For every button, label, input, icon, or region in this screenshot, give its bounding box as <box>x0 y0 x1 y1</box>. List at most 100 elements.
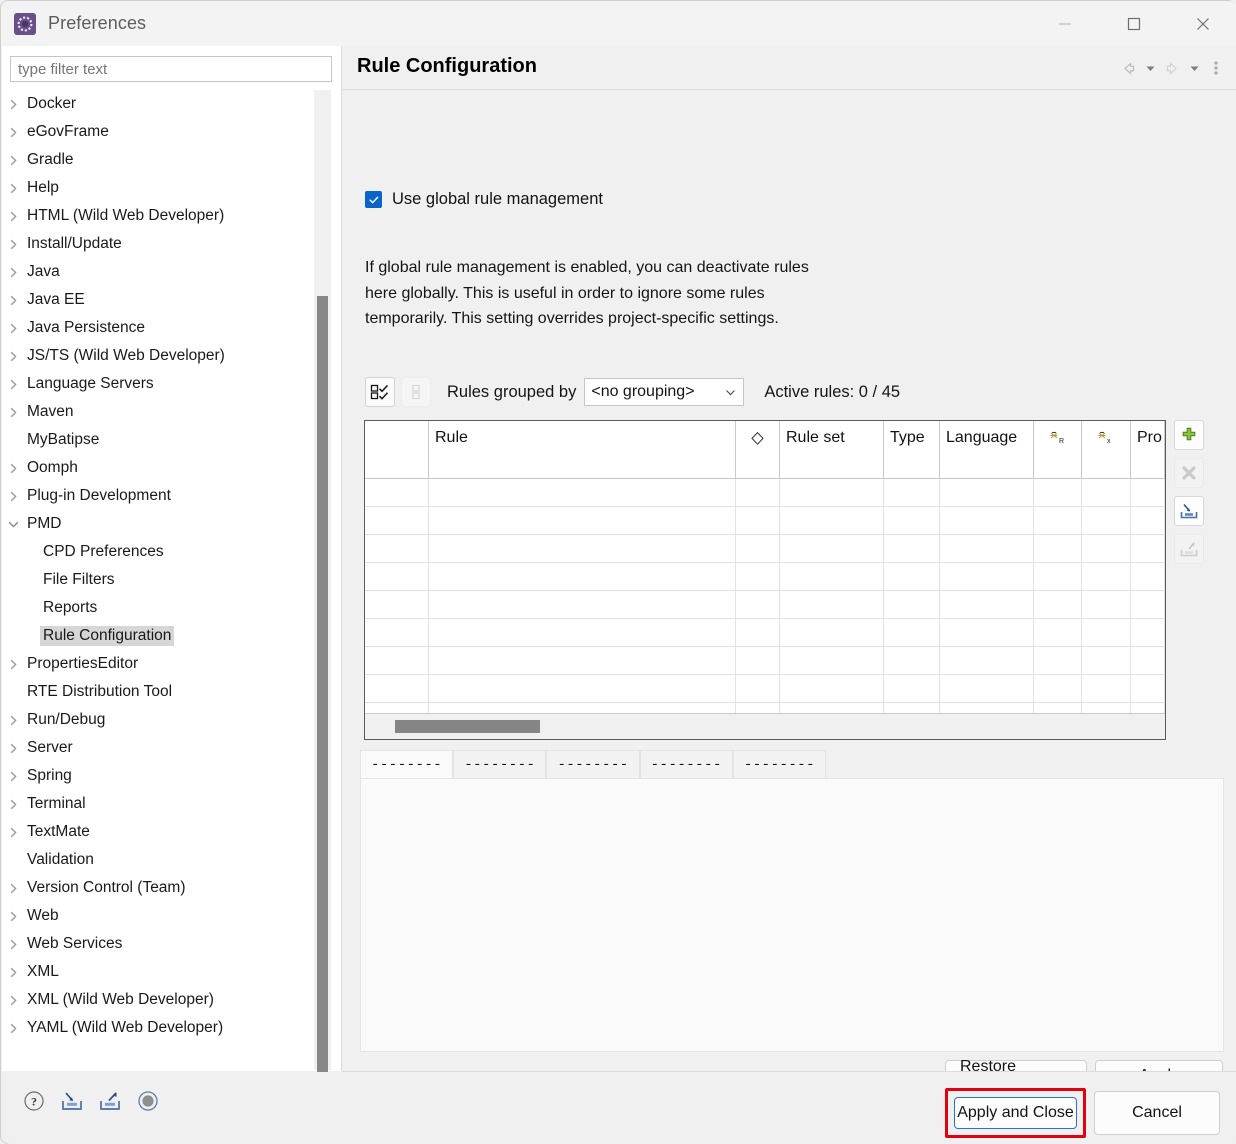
chevron-right-icon[interactable] <box>2 294 24 307</box>
maximize-icon[interactable] <box>1099 1 1168 46</box>
column-header-blank[interactable] <box>365 421 429 478</box>
use-global-rule-management-row[interactable]: Use global rule management <box>365 190 603 209</box>
sidebar-item-rule-configuration[interactable]: Rule Configuration <box>2 622 314 650</box>
minimize-icon[interactable] <box>1030 1 1099 46</box>
detail-tab-1[interactable]: -------- <box>453 750 546 779</box>
use-global-rule-management-checkbox[interactable] <box>365 191 382 208</box>
sidebar-scrollbar-thumb[interactable] <box>317 296 328 1081</box>
detail-tab-2[interactable]: -------- <box>546 750 639 779</box>
sidebar-item-js-ts-wild-web-developer[interactable]: JS/TS (Wild Web Developer) <box>2 342 314 370</box>
chevron-right-icon[interactable] <box>2 742 24 755</box>
sidebar-item-run-debug[interactable]: Run/Debug <box>2 706 314 734</box>
chevron-right-icon[interactable] <box>2 154 24 167</box>
column-header-diamond-icon[interactable] <box>736 421 780 478</box>
export-preferences-icon[interactable] <box>98 1089 122 1113</box>
chevron-right-icon[interactable] <box>2 938 24 951</box>
column-header-language[interactable]: Language <box>940 421 1034 478</box>
search-input[interactable] <box>10 56 332 82</box>
sidebar-item-mybatipse[interactable]: MyBatipse <box>2 426 314 454</box>
sidebar-item-yaml-wild-web-developer[interactable]: YAML (Wild Web Developer) <box>2 1014 314 1042</box>
table-row[interactable] <box>365 507 1165 535</box>
grouping-select[interactable]: <no grouping> <box>584 378 744 406</box>
sidebar-item-validation[interactable]: Validation <box>2 846 314 874</box>
column-header-rule-count-r-icon[interactable]: R <box>1034 421 1082 478</box>
checkbox-list-icon[interactable] <box>365 377 395 407</box>
chevron-right-icon[interactable] <box>2 98 24 111</box>
sidebar-item-java-ee[interactable]: Java EE <box>2 286 314 314</box>
sidebar-item-textmate[interactable]: TextMate <box>2 818 314 846</box>
table-row[interactable] <box>365 675 1165 703</box>
sidebar-item-web-services[interactable]: Web Services <box>2 930 314 958</box>
chevron-right-icon[interactable] <box>2 406 24 419</box>
chevron-right-icon[interactable] <box>2 238 24 251</box>
chevron-right-icon[interactable] <box>2 126 24 139</box>
help-icon[interactable]: ? <box>22 1089 46 1113</box>
sidebar-item-web[interactable]: Web <box>2 902 314 930</box>
chevron-right-icon[interactable] <box>2 770 24 783</box>
chevron-right-icon[interactable] <box>2 994 24 1007</box>
chevron-right-icon[interactable] <box>2 882 24 895</box>
chevron-right-icon[interactable] <box>2 182 24 195</box>
back-arrow-icon[interactable] <box>1118 58 1138 78</box>
column-header-rule-set[interactable]: Rule set <box>780 421 884 478</box>
sidebar-item-rte-distribution-tool[interactable]: RTE Distribution Tool <box>2 678 314 706</box>
sidebar-item-html-wild-web-developer[interactable]: HTML (Wild Web Developer) <box>2 202 314 230</box>
sidebar-item-help[interactable]: Help <box>2 174 314 202</box>
table-hscrollbar-track[interactable] <box>365 713 1165 739</box>
table-row[interactable] <box>365 479 1165 507</box>
sidebar-item-install-update[interactable]: Install/Update <box>2 230 314 258</box>
chevron-down-icon[interactable] <box>2 518 24 531</box>
sidebar-item-xml[interactable]: XML <box>2 958 314 986</box>
table-hscrollbar-thumb[interactable] <box>395 720 540 733</box>
sidebar-item-server[interactable]: Server <box>2 734 314 762</box>
chevron-right-icon[interactable] <box>2 910 24 923</box>
chevron-right-icon[interactable] <box>2 714 24 727</box>
close-icon[interactable] <box>1168 1 1236 46</box>
chevron-right-icon[interactable] <box>2 798 24 811</box>
sidebar-item-reports[interactable]: Reports <box>2 594 314 622</box>
sidebar-item-java[interactable]: Java <box>2 258 314 286</box>
apply-and-close-button[interactable]: Apply and Close <box>954 1097 1077 1129</box>
chevron-right-icon[interactable] <box>2 350 24 363</box>
sidebar-item-xml-wild-web-developer[interactable]: XML (Wild Web Developer) <box>2 986 314 1014</box>
back-chevron-down-icon[interactable] <box>1140 58 1160 78</box>
empty-checkbox-list-icon[interactable] <box>401 377 431 407</box>
column-header-rule[interactable]: Rule <box>429 421 736 478</box>
view-menu-icon[interactable] <box>1206 58 1226 78</box>
chevron-right-icon[interactable] <box>2 658 24 671</box>
table-row[interactable] <box>365 535 1165 563</box>
chevron-right-icon[interactable] <box>2 378 24 391</box>
table-row[interactable] <box>365 591 1165 619</box>
chevron-right-icon[interactable] <box>2 266 24 279</box>
detail-tab-0[interactable]: -------- <box>360 750 453 779</box>
chevron-right-icon[interactable] <box>2 826 24 839</box>
sidebar-item-terminal[interactable]: Terminal <box>2 790 314 818</box>
table-row[interactable] <box>365 563 1165 591</box>
detail-tab-4[interactable]: -------- <box>733 750 826 779</box>
import-preferences-icon[interactable] <box>60 1089 84 1113</box>
chevron-right-icon[interactable] <box>2 462 24 475</box>
chevron-right-icon[interactable] <box>2 1022 24 1035</box>
chevron-right-icon[interactable] <box>2 322 24 335</box>
column-header-pro[interactable]: Pro <box>1131 421 1165 478</box>
table-row[interactable] <box>365 647 1165 675</box>
sidebar-item-pmd[interactable]: PMD <box>2 510 314 538</box>
sidebar-item-egovframe[interactable]: eGovFrame <box>2 118 314 146</box>
sidebar-item-version-control-team[interactable]: Version Control (Team) <box>2 874 314 902</box>
forward-arrow-icon[interactable] <box>1162 58 1182 78</box>
sidebar-item-cpd-preferences[interactable]: CPD Preferences <box>2 538 314 566</box>
chevron-right-icon[interactable] <box>2 210 24 223</box>
resize-grip-icon[interactable] <box>136 1089 160 1113</box>
forward-chevron-down-icon[interactable] <box>1184 58 1204 78</box>
sidebar-item-docker[interactable]: Docker <box>2 90 314 118</box>
column-header-rule-count-x-icon[interactable]: x <box>1082 421 1131 478</box>
chevron-right-icon[interactable] <box>2 966 24 979</box>
sidebar-item-maven[interactable]: Maven <box>2 398 314 426</box>
import-icon[interactable] <box>1174 496 1204 526</box>
sidebar-item-spring[interactable]: Spring <box>2 762 314 790</box>
sidebar-item-java-persistence[interactable]: Java Persistence <box>2 314 314 342</box>
rules-table[interactable]: RuleRule setTypeLanguageRxPro <box>364 420 1166 740</box>
sidebar-item-oomph[interactable]: Oomph <box>2 454 314 482</box>
table-row[interactable] <box>365 619 1165 647</box>
add-rule-button[interactable] <box>1174 420 1204 450</box>
